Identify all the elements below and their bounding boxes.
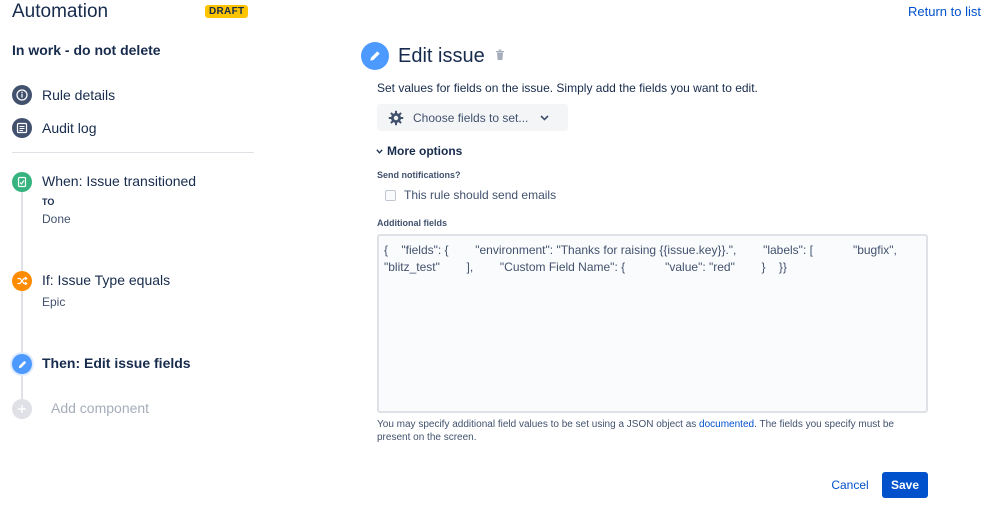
save-button[interactable]: Save (882, 472, 928, 498)
step-trigger-title: When: Issue transitioned (42, 173, 197, 189)
nav-audit-log-label: Audit log (42, 120, 97, 136)
gear-icon (388, 110, 404, 126)
nav-audit-log[interactable]: Audit log (12, 118, 96, 138)
step-condition-title: If: Issue Type equals (42, 272, 171, 288)
choose-fields-button[interactable]: Choose fields to set... (377, 104, 568, 131)
pencil-icon (12, 354, 32, 374)
additional-fields-textarea[interactable]: { "fields": { "environment": "Thanks for… (377, 234, 928, 413)
help-text-prefix: You may specify additional field values … (377, 419, 700, 430)
page-title: Edit issue (398, 44, 485, 67)
additional-fields-label: Additional fields (377, 218, 448, 228)
app-title: Automation (12, 1, 109, 22)
send-emails-label: This rule should send emails (404, 188, 557, 202)
info-icon (12, 85, 32, 105)
send-emails-row[interactable]: This rule should send emails (385, 188, 556, 202)
documented-link[interactable]: documented (699, 419, 754, 430)
shuffle-icon (12, 271, 32, 291)
step-trigger-sub-label: TO (42, 197, 55, 207)
edit-issue-description: Set values for fields on the issue. Simp… (377, 81, 758, 95)
step-condition-value: Epic (42, 295, 66, 309)
send-emails-checkbox[interactable] (385, 189, 396, 201)
chevron-down-icon (376, 148, 383, 154)
timeline-connector (21, 374, 23, 400)
list-icon (12, 118, 32, 138)
trash-icon[interactable] (495, 48, 505, 66)
step-action-title: Then: Edit issue fields (42, 355, 191, 371)
chevron-down-icon (540, 114, 549, 121)
sidebar-divider (12, 152, 254, 153)
timeline-connector (21, 291, 23, 355)
pencil-icon (361, 42, 389, 70)
draft-badge: DRAFT (205, 5, 249, 18)
timeline-connector (21, 192, 23, 272)
rule-name: In work - do not delete (12, 42, 161, 58)
step-trigger-value: Done (42, 212, 71, 226)
nav-rule-details[interactable]: Rule details (12, 85, 115, 105)
choose-fields-label: Choose fields to set... (413, 110, 529, 125)
trigger-icon (12, 172, 32, 192)
cancel-button[interactable]: Cancel (822, 473, 878, 497)
nav-rule-details-label: Rule details (42, 87, 116, 103)
more-options-toggle[interactable]: More options (376, 144, 462, 158)
additional-fields-help: You may specify additional field values … (377, 418, 917, 444)
send-notifications-label: Send notifications? (377, 170, 461, 180)
add-component-label: Add component (51, 400, 150, 416)
edit-issue-header: Edit issue (361, 42, 505, 70)
plus-icon (12, 399, 32, 419)
more-options-label: More options (387, 144, 463, 158)
return-to-list-link[interactable]: Return to list (908, 4, 981, 19)
